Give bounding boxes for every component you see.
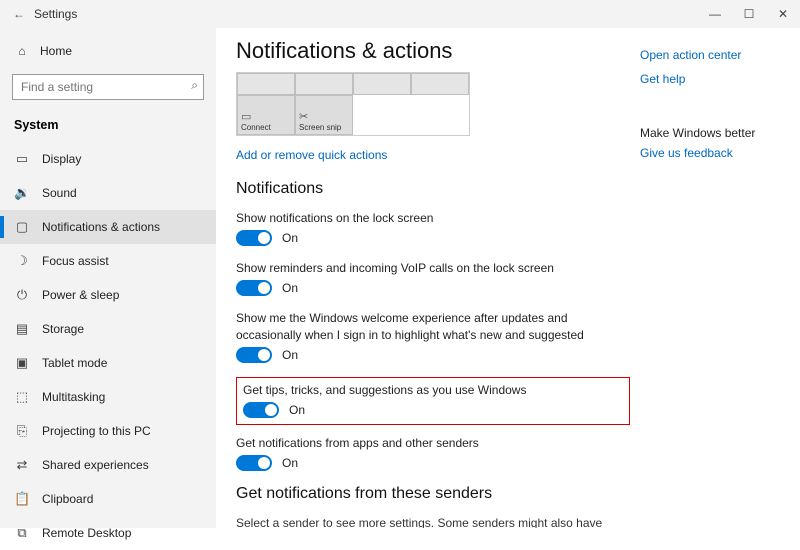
project-icon: ⎘ [14, 423, 30, 439]
focus-icon: ☽ [14, 253, 30, 269]
nav-label: Remote Desktop [42, 526, 131, 540]
nav-remote-desktop[interactable]: ⧉ Remote Desktop [0, 516, 216, 550]
qa-label: Screen snip [299, 123, 349, 132]
close-button[interactable]: ✕ [766, 0, 800, 28]
home-icon: ⌂ [14, 44, 30, 58]
nav-multitasking[interactable]: ⬚ Multitasking [0, 380, 216, 414]
nav-power-sleep[interactable]: ⏻ Power & sleep [0, 278, 216, 312]
clipboard-icon: 📋 [14, 491, 30, 507]
power-icon: ⏻ [14, 287, 30, 303]
toggle-state: On [282, 281, 298, 295]
content: Notifications & actions ▭Connect ✂Screen… [236, 38, 630, 528]
toggle[interactable] [236, 280, 272, 296]
qa-tile[interactable] [295, 73, 353, 95]
toggle-state: On [282, 456, 298, 470]
nav-label: Sound [42, 186, 77, 200]
nav-sound[interactable]: 🔉 Sound [0, 176, 216, 210]
nav-label: Clipboard [42, 492, 93, 506]
shared-icon: ⇄ [14, 457, 30, 473]
nav-label: Notifications & actions [42, 220, 160, 234]
home-label: Home [40, 44, 72, 58]
highlighted-setting: Get tips, tricks, and suggestions as you… [236, 377, 630, 425]
home-link[interactable]: ⌂ Home [0, 36, 216, 66]
open-action-center-link[interactable]: Open action center [640, 48, 755, 62]
qa-tile[interactable] [411, 73, 469, 95]
qa-tile-connect[interactable]: ▭Connect [237, 95, 295, 135]
toggle-state: On [282, 231, 298, 245]
minimize-button[interactable]: — [698, 0, 732, 28]
connect-icon: ▭ [241, 110, 291, 123]
right-column: Open action center Get help Make Windows… [630, 38, 775, 528]
multitask-icon: ⬚ [14, 389, 30, 405]
qa-tile[interactable] [237, 73, 295, 95]
nav-label: Tablet mode [42, 356, 107, 370]
feedback-link[interactable]: Give us feedback [640, 146, 755, 160]
display-icon: ▭ [14, 151, 30, 167]
nav-label: Shared experiences [42, 458, 149, 472]
tablet-icon: ▣ [14, 355, 30, 371]
nav-focus-assist[interactable]: ☽ Focus assist [0, 244, 216, 278]
toggle-state: On [289, 403, 305, 417]
nav-label: Display [42, 152, 81, 166]
snip-icon: ✂ [299, 110, 349, 123]
setting-voip-lock: Show reminders and incoming VoIP calls o… [236, 260, 630, 296]
setting-desc: Show me the Windows welcome experience a… [236, 310, 616, 342]
qa-tile-screen-snip[interactable]: ✂Screen snip [295, 95, 353, 135]
setting-welcome-exp: Show me the Windows welcome experience a… [236, 310, 630, 362]
nav-notifications[interactable]: ▢ Notifications & actions [0, 210, 216, 244]
senders-header: Get notifications from these senders [236, 485, 630, 503]
setting-desc: Get tips, tricks, and suggestions as you… [243, 382, 623, 398]
quick-actions-grid: ▭Connect ✂Screen snip [236, 72, 470, 136]
sidebar: ⌂ Home ⌕ System ▭ Display 🔉 Sound ▢ Notific… [0, 28, 216, 528]
category-header: System [0, 112, 216, 142]
setting-desc: Show reminders and incoming VoIP calls o… [236, 260, 616, 276]
setting-desc: Get notifications from apps and other se… [236, 435, 616, 451]
nav-shared-exp[interactable]: ⇄ Shared experiences [0, 448, 216, 482]
search-icon: ⌕ [191, 78, 198, 93]
nav-clipboard[interactable]: 📋 Clipboard [0, 482, 216, 516]
window-title: Settings [34, 7, 77, 21]
nav-display[interactable]: ▭ Display [0, 142, 216, 176]
page-title: Notifications & actions [236, 38, 630, 64]
remote-icon: ⧉ [14, 525, 30, 541]
main: Notifications & actions ▭Connect ✂Screen… [216, 28, 800, 528]
maximize-button[interactable]: ☐ [732, 0, 766, 28]
qa-tile[interactable] [353, 73, 411, 95]
get-help-link[interactable]: Get help [640, 72, 755, 86]
nav-storage[interactable]: ▤ Storage [0, 312, 216, 346]
add-remove-quick-actions[interactable]: Add or remove quick actions [236, 148, 630, 162]
setting-apps-senders: Get notifications from apps and other se… [236, 435, 630, 471]
nav-projecting[interactable]: ⎘ Projecting to this PC [0, 414, 216, 448]
nav-label: Multitasking [42, 390, 105, 404]
toggle[interactable] [236, 347, 272, 363]
nav-label: Projecting to this PC [42, 424, 151, 438]
notifications-header: Notifications [236, 180, 630, 198]
make-better-header: Make Windows better [640, 126, 755, 140]
setting-lock-screen-notif: Show notifications on the lock screen On [236, 210, 630, 246]
nav-label: Power & sleep [42, 288, 119, 302]
senders-text: Select a sender to see more settings. So… [236, 515, 616, 528]
search-input[interactable] [12, 74, 204, 100]
nav-tablet-mode[interactable]: ▣ Tablet mode [0, 346, 216, 380]
setting-tips: Get tips, tricks, and suggestions as you… [243, 382, 623, 418]
setting-desc: Show notifications on the lock screen [236, 210, 616, 226]
storage-icon: ▤ [14, 321, 30, 337]
toggle[interactable] [236, 230, 272, 246]
nav-label: Focus assist [42, 254, 109, 268]
toggle[interactable] [243, 402, 279, 418]
toggle-state: On [282, 348, 298, 362]
nav-label: Storage [42, 322, 84, 336]
window-controls: — ☐ ✕ [698, 0, 800, 28]
qa-label: Connect [241, 123, 291, 132]
app-body: ⌂ Home ⌕ System ▭ Display 🔉 Sound ▢ Notific… [0, 28, 800, 528]
titlebar: ← Settings — ☐ ✕ [0, 0, 800, 28]
search-wrap: ⌕ [12, 74, 204, 100]
sound-icon: 🔉 [14, 185, 30, 201]
toggle[interactable] [236, 455, 272, 471]
notifications-icon: ▢ [14, 219, 30, 235]
back-button[interactable]: ← [8, 7, 30, 21]
